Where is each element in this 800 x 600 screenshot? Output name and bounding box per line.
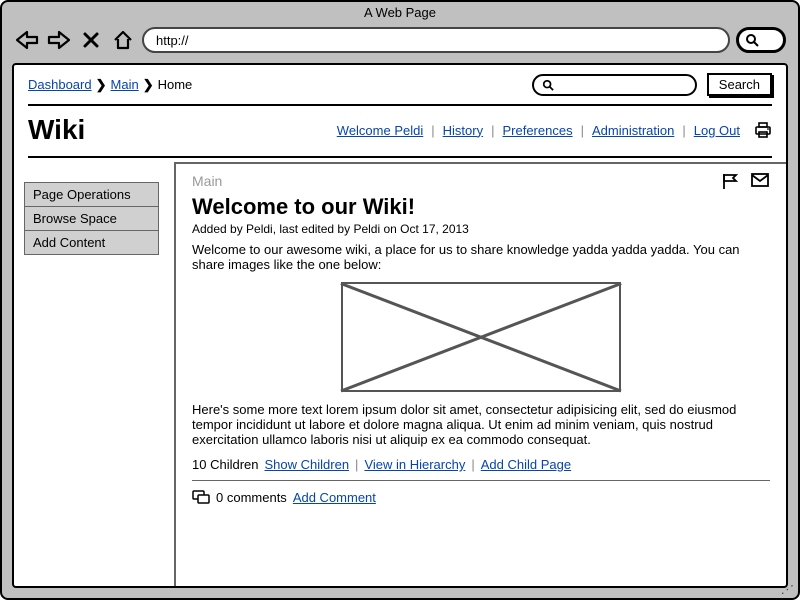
window-title: A Web Page — [2, 2, 798, 23]
browser-toolbar: http:// — [2, 23, 798, 63]
url-bar[interactable]: http:// — [142, 27, 730, 53]
image-placeholder — [341, 282, 621, 392]
breadcrumb-main[interactable]: Main — [111, 77, 139, 92]
intro-text: Welcome to our awesome wiki, a place for… — [192, 242, 770, 272]
site-header: Wiki Welcome Peldi | History | Preferenc… — [14, 110, 786, 152]
preferences-link[interactable]: Preferences — [502, 123, 572, 138]
browser-window: A Web Page http:// Dashboard ❯ Main ❯ — [0, 0, 800, 600]
administration-link[interactable]: Administration — [592, 123, 674, 138]
browser-search[interactable] — [736, 27, 786, 53]
url-text: http:// — [156, 33, 189, 48]
comments-row: 0 comments Add Comment — [192, 489, 770, 505]
children-row: 10 Children Show Children | View in Hier… — [192, 457, 770, 472]
divider — [28, 156, 772, 158]
add-child-page-link[interactable]: Add Child Page — [481, 457, 571, 472]
forward-icon[interactable] — [46, 29, 72, 51]
comments-count: 0 comments — [216, 490, 287, 505]
search-input[interactable] — [532, 74, 697, 96]
page-byline: Added by Peldi, last edited by Peldi on … — [192, 222, 770, 236]
flag-icon[interactable] — [720, 172, 740, 190]
page-content: Dashboard ❯ Main ❯ Home Search Wiki Welc… — [12, 63, 788, 588]
space-label: Main — [192, 173, 222, 189]
sidebar-page-operations[interactable]: Page Operations — [24, 182, 159, 207]
page-title: Welcome to our Wiki! — [192, 194, 770, 220]
home-icon[interactable] — [110, 29, 136, 51]
stop-icon[interactable] — [78, 29, 104, 51]
divider — [192, 480, 770, 481]
breadcrumb-current: Home — [158, 77, 193, 92]
resize-grip-icon[interactable]: ⋰ — [781, 583, 792, 596]
search-button[interactable]: Search — [707, 73, 772, 96]
view-hierarchy-link[interactable]: View in Hierarchy — [364, 457, 465, 472]
breadcrumb-dashboard[interactable]: Dashboard — [28, 77, 92, 92]
site-title: Wiki — [28, 114, 85, 146]
print-icon[interactable] — [754, 122, 772, 138]
body-text: Here's some more text lorem ipsum dolor … — [192, 402, 770, 447]
sidebar: Page Operations Browse Space Add Content — [14, 162, 174, 586]
chevron-right-icon: ❯ — [96, 77, 107, 93]
add-comment-link[interactable]: Add Comment — [293, 490, 376, 505]
logout-link[interactable]: Log Out — [694, 123, 740, 138]
sidebar-add-content[interactable]: Add Content — [24, 230, 159, 255]
header-nav: Welcome Peldi | History | Preferences | … — [337, 122, 772, 138]
divider — [28, 104, 772, 106]
back-icon[interactable] — [14, 29, 40, 51]
main-layout: Page Operations Browse Space Add Content… — [14, 162, 786, 586]
history-link[interactable]: History — [443, 123, 483, 138]
show-children-link[interactable]: Show Children — [265, 457, 350, 472]
comments-icon — [192, 489, 210, 505]
top-bar: Dashboard ❯ Main ❯ Home Search — [14, 65, 786, 100]
sidebar-browse-space[interactable]: Browse Space — [24, 206, 159, 231]
chevron-right-icon: ❯ — [143, 77, 154, 93]
envelope-icon[interactable] — [750, 172, 770, 190]
children-count: 10 Children — [192, 457, 259, 472]
page-panel: Main Welcome to our Wiki! Added by Peldi… — [174, 162, 786, 586]
welcome-link[interactable]: Welcome Peldi — [337, 123, 423, 138]
breadcrumb: Dashboard ❯ Main ❯ Home — [28, 77, 192, 93]
